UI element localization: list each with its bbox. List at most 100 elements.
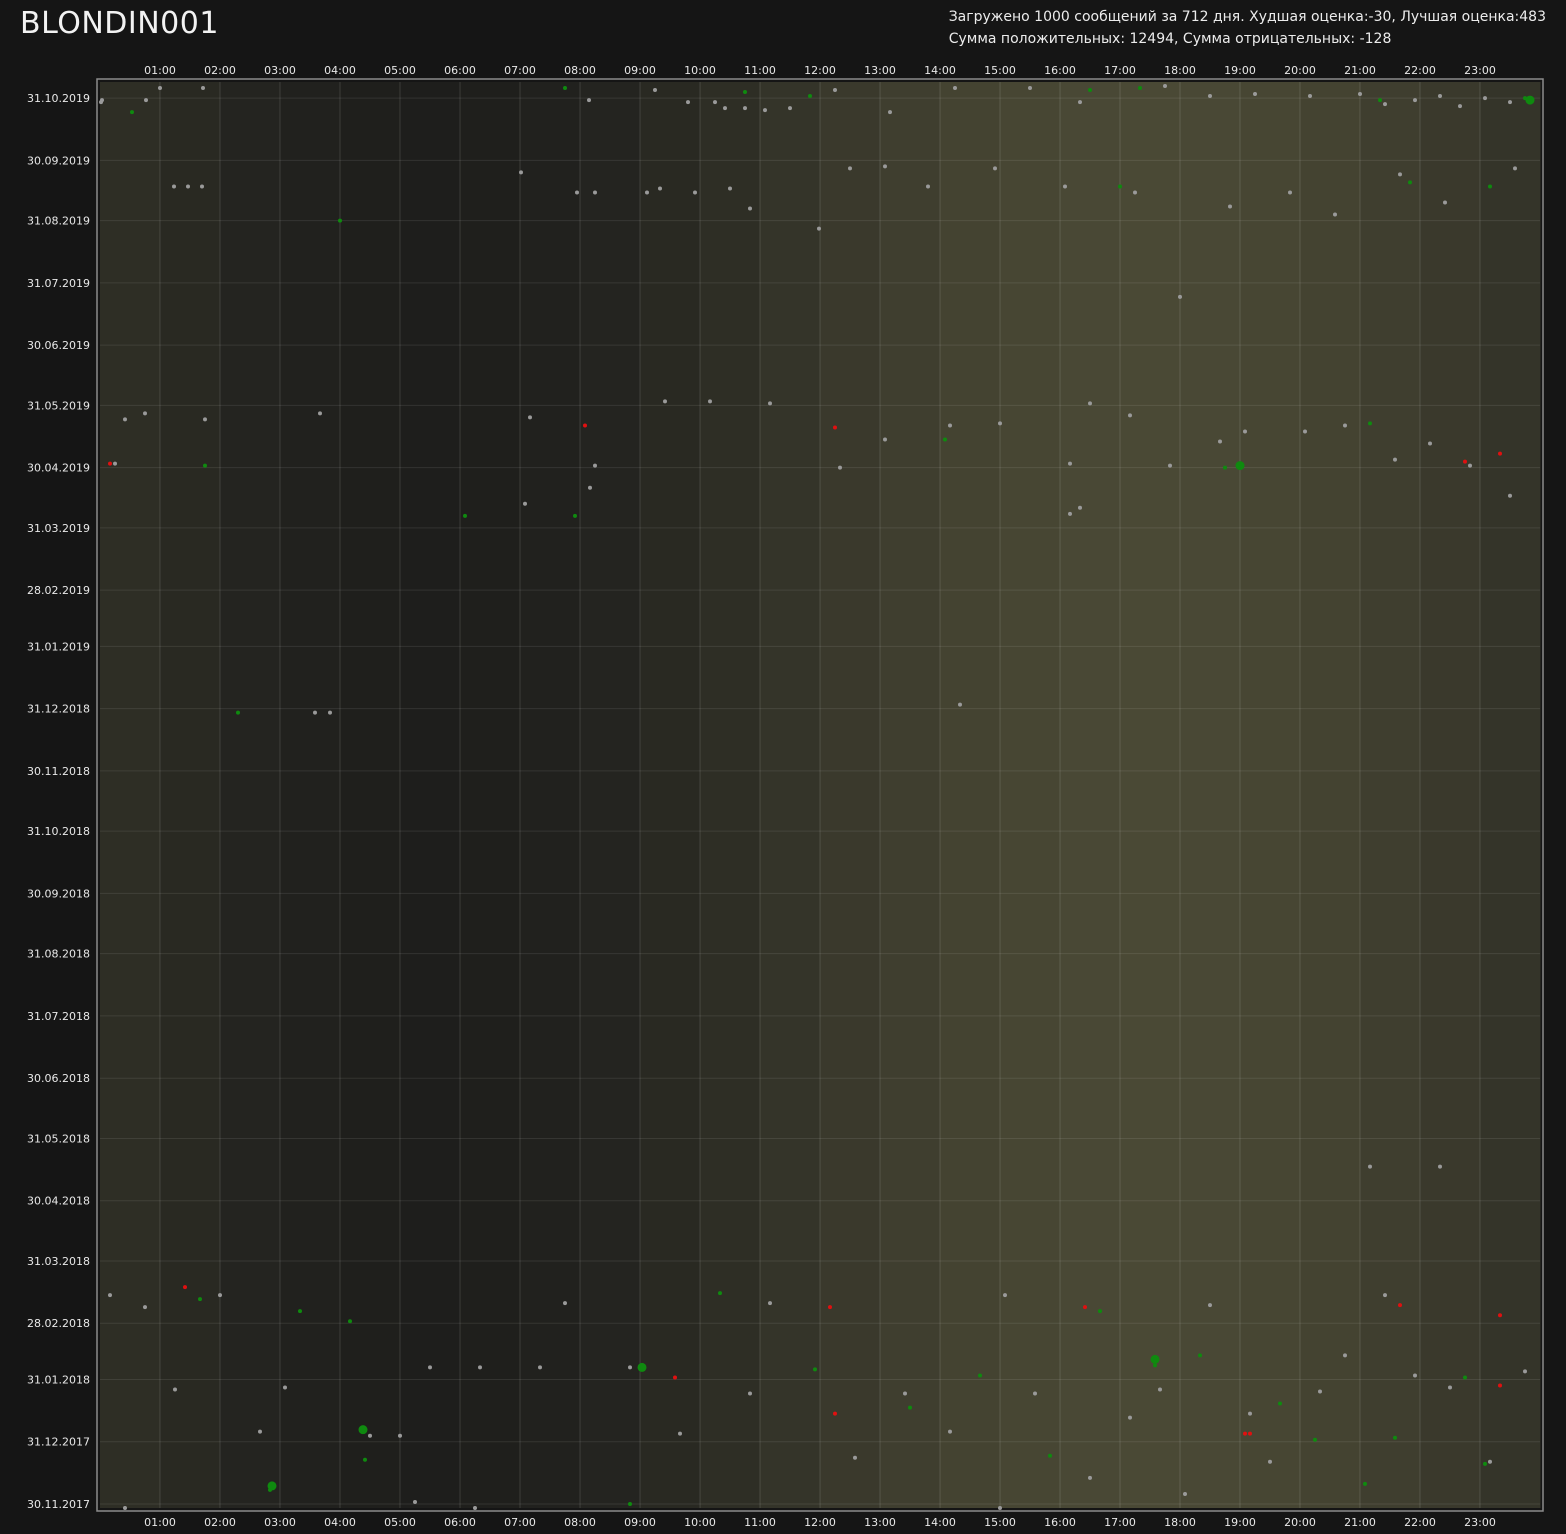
data-point-neutral — [593, 463, 597, 468]
data-point-neutral — [953, 86, 957, 91]
data-point-neutral — [1218, 439, 1222, 444]
data-point-negative — [1498, 451, 1502, 456]
data-point-positive — [908, 1405, 912, 1410]
data-point-neutral — [888, 110, 892, 115]
hour-band — [1240, 82, 1301, 1508]
data-point-neutral — [883, 437, 887, 442]
data-point-neutral — [1413, 98, 1417, 103]
hour-band — [400, 82, 461, 1508]
data-point-positive — [1153, 1363, 1157, 1368]
data-point-neutral — [1288, 190, 1292, 195]
data-point-neutral — [519, 170, 523, 175]
data-point-positive — [348, 1319, 352, 1324]
data-point-positive — [978, 1373, 982, 1378]
hour-band — [1180, 82, 1241, 1508]
data-point-neutral — [1268, 1459, 1272, 1464]
data-point-neutral — [1428, 441, 1432, 446]
data-point-neutral — [593, 190, 597, 195]
data-point-neutral — [413, 1499, 417, 1504]
data-point-neutral — [1183, 1491, 1187, 1496]
x-tick-label: 22:00 — [1404, 1516, 1436, 1529]
data-point-neutral — [1523, 1369, 1527, 1374]
x-tick-label: 08:00 — [564, 64, 596, 77]
data-point-neutral — [201, 86, 205, 91]
y-tick-label: 31.07.2018 — [27, 1010, 90, 1023]
x-tick-label: 23:00 — [1464, 1516, 1496, 1529]
x-tick-label: 02:00 — [204, 64, 236, 77]
data-point-neutral — [1228, 204, 1232, 209]
data-point-neutral — [398, 1433, 402, 1438]
data-point-neutral — [658, 186, 662, 191]
y-tick-label: 31.01.2019 — [27, 640, 90, 653]
hour-band — [1060, 82, 1121, 1508]
x-tick-label: 23:00 — [1464, 64, 1496, 77]
x-tick-label: 05:00 — [384, 1516, 416, 1529]
data-point-neutral — [993, 166, 997, 171]
hour-band — [880, 82, 941, 1508]
hour-band — [340, 82, 401, 1508]
data-point-negative — [108, 461, 112, 466]
data-point-positive — [1463, 1375, 1467, 1380]
data-point-negative — [828, 1305, 832, 1310]
y-tick-label: 28.02.2019 — [27, 584, 90, 597]
hour-band — [1120, 82, 1181, 1508]
y-tick-label: 31.05.2018 — [27, 1132, 90, 1145]
x-tick-label: 10:00 — [684, 64, 716, 77]
data-point-neutral — [883, 164, 887, 169]
x-tick-label: 18:00 — [1164, 64, 1196, 77]
data-point-neutral — [1413, 1373, 1417, 1378]
data-point-neutral — [258, 1429, 262, 1434]
data-point-neutral — [1318, 1389, 1322, 1394]
data-point-neutral — [728, 186, 732, 191]
data-point-neutral — [1398, 172, 1402, 177]
data-point-positive — [1198, 1353, 1202, 1358]
data-point-neutral — [1248, 1411, 1252, 1416]
x-tick-label: 17:00 — [1104, 1516, 1136, 1529]
x-tick-label: 20:00 — [1284, 64, 1316, 77]
y-tick-label: 31.10.2019 — [27, 92, 90, 105]
x-tick-label: 05:00 — [384, 64, 416, 77]
data-point-neutral — [1468, 463, 1472, 468]
x-tick-label: 07:00 — [504, 1516, 536, 1529]
data-point-positive — [1408, 180, 1412, 185]
data-point-neutral — [123, 417, 127, 422]
x-tick-label: 07:00 — [504, 64, 536, 77]
hour-band — [280, 82, 341, 1508]
data-point-positive — [1368, 421, 1372, 426]
data-point-neutral — [113, 461, 117, 466]
data-point-neutral — [678, 1431, 682, 1436]
data-point-neutral — [1508, 100, 1512, 105]
y-tick-label: 31.10.2018 — [27, 825, 90, 838]
data-point-neutral — [318, 411, 322, 416]
data-point-positive — [130, 110, 134, 115]
data-point-negative — [1463, 459, 1467, 464]
x-tick-labels-bottom: 01:00 02:00 03:00 04:00 05:00 06:00 07:00 08:00… — [144, 1516, 1496, 1529]
data-point-positive — [1223, 465, 1227, 470]
data-point-negative — [833, 425, 837, 430]
hour-band — [760, 82, 821, 1508]
x-tick-label: 12:00 — [804, 64, 836, 77]
x-tick-label: 20:00 — [1284, 1516, 1316, 1529]
data-point-neutral — [1163, 84, 1167, 89]
data-point-negative — [1243, 1431, 1247, 1436]
data-point-neutral — [143, 1305, 147, 1310]
data-point-positive — [743, 90, 747, 95]
data-point-neutral — [1078, 100, 1082, 105]
data-point-positive — [1098, 1309, 1102, 1314]
x-tick-label: 15:00 — [984, 1516, 1016, 1529]
data-point-positive — [1363, 1481, 1367, 1486]
x-tick-label: 14:00 — [924, 1516, 956, 1529]
data-point-positive — [1378, 98, 1382, 103]
x-tick-label: 03:00 — [264, 64, 296, 77]
data-point-positive — [198, 1297, 202, 1302]
data-point-neutral — [686, 100, 690, 105]
x-tick-label: 06:00 — [444, 1516, 476, 1529]
x-tick-label: 04:00 — [324, 64, 356, 77]
data-point-neutral — [1158, 1387, 1162, 1392]
scatter-chart: 01:00 02:00 03:00 04:00 05:00 06:00 07:00 08:00… — [27, 64, 1544, 1529]
data-point-neutral — [1458, 104, 1462, 109]
y-tick-label: 31.03.2019 — [27, 522, 90, 535]
data-point-neutral — [473, 1506, 477, 1510]
data-point-neutral — [768, 1301, 772, 1306]
data-point-positive — [943, 437, 947, 442]
